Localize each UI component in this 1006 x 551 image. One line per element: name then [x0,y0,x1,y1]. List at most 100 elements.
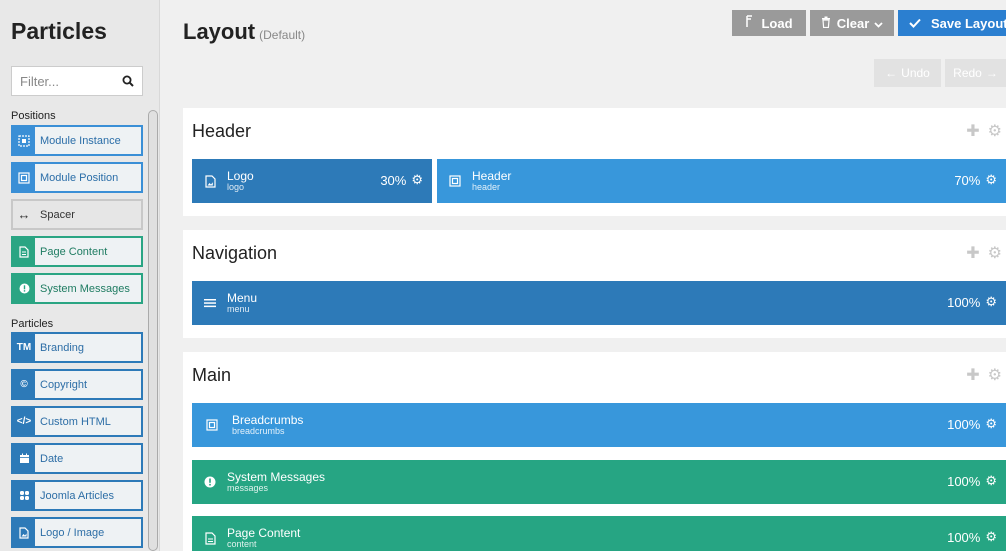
module-instance-icon [13,127,35,154]
sidebar-item-label: Module Instance [40,134,121,147]
page-title-text: Layout [183,19,256,44]
block-percent: 30% [380,172,407,188]
block-percent: 100% [947,529,981,545]
block-name: System Messages [227,469,326,484]
section-actions: ✚ ⚙ [966,121,1002,141]
sidebar-item-label: System Messages [40,282,130,295]
particles-heading: Particles [11,318,54,330]
block-page-content[interactable]: Page Content content 100% ⚙ [192,516,1006,551]
redo-button[interactable]: Redo → [945,59,1006,87]
gear-icon[interactable]: ⚙ [985,473,997,489]
arrow-left-icon: ← [885,66,898,80]
sidebar-item-label: Date [40,452,64,465]
block-header[interactable]: Header header 70% ⚙ [437,159,1006,203]
plus-icon[interactable]: ✚ [966,121,979,141]
page-content-icon [13,238,35,265]
filter-field[interactable] [11,66,143,96]
block-menu[interactable]: Menu menu 100% ⚙ [192,281,1006,325]
sidebar-scrollbar[interactable] [148,110,158,551]
particles-sidebar: Particles Positions Module Instance Modu… [0,0,160,551]
module-position-icon [13,164,35,191]
gear-icon[interactable]: ⚙ [988,243,1002,263]
positions-heading: Positions [11,110,56,122]
plus-icon[interactable]: ✚ [966,365,979,385]
sidebar-item-label: Page Content [40,245,108,258]
module-position-icon [205,419,219,431]
save-layout-button[interactable]: Save Layout [898,10,1006,36]
block-size: 100% ⚙ [947,529,997,545]
load-button[interactable]: Load [732,10,806,36]
gear-icon[interactable]: ⚙ [988,121,1002,141]
plus-icon[interactable]: ✚ [966,243,979,263]
page-content-icon [203,531,217,545]
sidebar-item-custom-html[interactable]: </> Custom HTML [11,406,143,437]
calendar-icon [13,445,35,472]
block-system-messages[interactable]: System Messages messages 100% ⚙ [192,460,1006,504]
sidebar-item-page-content[interactable]: Page Content [11,236,143,267]
filter-input[interactable] [12,67,112,95]
gear-icon[interactable]: ⚙ [985,529,997,545]
gear-icon[interactable]: ⚙ [411,172,423,188]
block-logo[interactable]: Logo logo 30% ⚙ [192,159,432,203]
copyright-icon: © [13,371,35,398]
sidebar-item-logo-image[interactable]: Logo / Image [11,517,143,548]
system-messages-icon [203,476,217,488]
layout-subtitle: (Default) [259,28,306,42]
section-title: Navigation [192,243,278,263]
sidebar-item-module-position[interactable]: Module Position [11,162,143,193]
code-icon: </> [13,408,35,435]
sidebar-item-module-instance[interactable]: Module Instance [11,125,143,156]
load-icon [745,15,755,31]
section-actions: ✚ ⚙ [966,243,1002,263]
load-label: Load [761,15,793,31]
sidebar-item-branding[interactable]: TM Branding [11,332,143,363]
sidebar-item-label: Joomla Articles [40,489,114,502]
chevron-down-icon [874,16,883,31]
search-icon[interactable] [122,74,134,92]
block-size: 30% ⚙ [380,172,423,188]
system-messages-icon [13,275,35,302]
block-size: 100% ⚙ [947,473,997,489]
block-breadcrumbs[interactable]: Breadcrumbs breadcrumbs 100% ⚙ [192,403,1006,447]
sidebar-item-spacer[interactable]: ↔ Spacer [11,199,143,230]
sidebar-item-joomla-articles[interactable]: Joomla Articles [11,480,143,511]
sidebar-item-system-messages[interactable]: System Messages [11,273,143,304]
sidebar-item-copyright[interactable]: © Copyright [11,369,143,400]
undo-label: Undo [901,66,930,80]
page-title: Layout (Default) [183,19,305,45]
sidebar-title: Particles [11,18,107,44]
joomla-icon [13,482,35,509]
block-name: Menu [227,290,258,305]
clear-label: Clear [836,15,870,31]
block-name: Header [472,168,512,183]
menu-icon [203,298,217,308]
gear-icon[interactable]: ⚙ [985,416,997,432]
block-type: content [227,538,257,549]
gear-icon[interactable]: ⚙ [985,172,997,188]
sidebar-item-date[interactable]: Date [11,443,143,474]
block-type: messages [227,482,269,493]
sidebar-item-label: Branding [40,341,85,354]
block-name: Breadcrumbs [232,412,304,427]
sidebar-item-label: Spacer [40,208,75,221]
block-percent: 100% [947,416,981,432]
spacer-icon: ↔ [17,207,31,222]
block-percent: 100% [947,294,981,310]
block-name: Page Content [227,525,301,540]
image-icon [203,174,217,188]
image-icon [13,519,35,546]
save-label: Save Layout [931,15,1006,31]
sidebar-item-label: Custom HTML [40,415,111,428]
clear-button[interactable]: Clear [810,10,894,36]
gear-icon[interactable]: ⚙ [985,294,997,310]
sidebar-item-label: Copyright [40,378,88,391]
block-type: header [472,181,501,192]
sidebar-item-label: Logo / Image [40,526,105,539]
check-icon [909,16,921,31]
gear-icon[interactable]: ⚙ [988,365,1002,385]
block-percent: 70% [954,172,981,188]
undo-button[interactable]: ← Undo [874,59,941,87]
section-actions: ✚ ⚙ [966,365,1002,385]
block-name: Logo [227,168,254,183]
trash-icon [821,16,831,31]
